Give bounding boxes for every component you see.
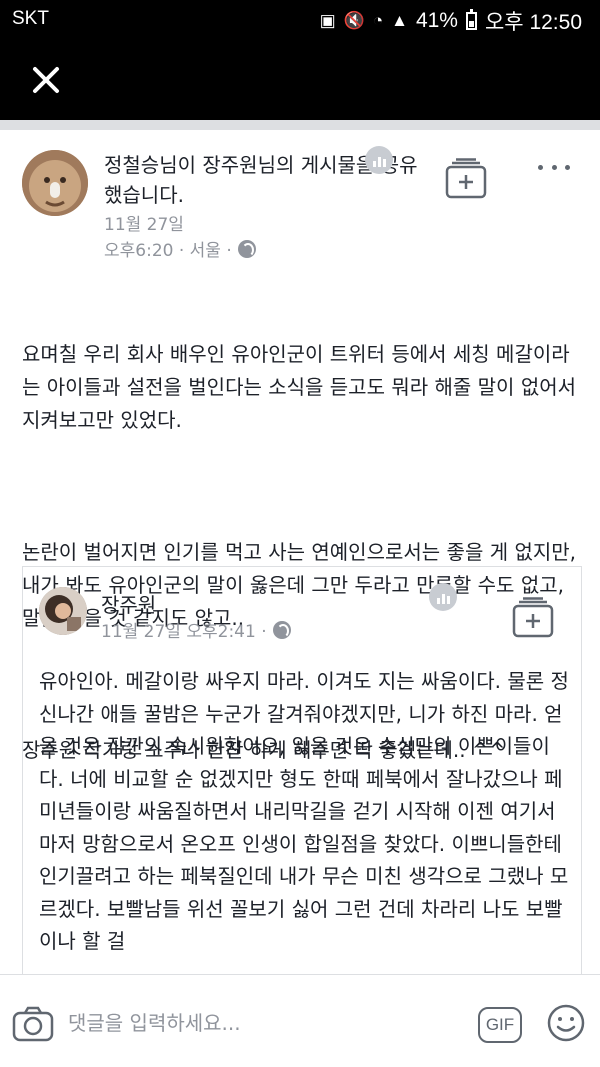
post-time-location: 오후6:20 · 서울 · <box>104 236 256 261</box>
insights-icon[interactable] <box>365 146 393 174</box>
carrier-label: SKT <box>12 8 49 29</box>
globe-icon[interactable] <box>237 239 256 258</box>
emoji-button[interactable] <box>546 1003 586 1043</box>
post-paragraph: 요며칠 우리 회사 배우인 유아인군이 트위터 등에서 세칭 메갈이라는 아이들… <box>22 342 583 432</box>
camera-button[interactable] <box>12 1005 54 1043</box>
save-icon <box>445 158 487 199</box>
status-bar: SKT ▣ 🔇 ◔ ▲ 41% 오후 12:50 <box>0 0 600 40</box>
close-button[interactable] <box>24 58 68 102</box>
status-icons: ▣ 🔇 ◔ ▲ 41% 오후 12:50 <box>320 6 582 36</box>
save-icon <box>512 597 554 638</box>
save-post-button[interactable] <box>444 158 488 200</box>
globe-icon[interactable] <box>272 620 291 639</box>
mute-icon: 🔇 <box>343 11 365 30</box>
shared-meta-text[interactable]: 11월 27일 오후2:41 · <box>101 617 267 642</box>
notification-icon: ▣ <box>319 11 336 30</box>
shared-meta: 11월 27일 오후2:41 · <box>101 617 291 642</box>
wifi-icon: ◔ <box>372 11 384 30</box>
smiley-icon <box>547 1004 585 1042</box>
avatar[interactable] <box>22 150 88 216</box>
original-author-link[interactable]: 장주원 <box>202 153 257 177</box>
divider <box>0 120 600 130</box>
sharer-suffix: 님이 <box>159 153 203 177</box>
save-post-button[interactable] <box>511 597 555 639</box>
post-time-location-text: 오후6:20 · 서울 · <box>104 241 232 261</box>
shared-author-name[interactable]: 장주원 <box>101 589 156 618</box>
more-options-button[interactable] <box>538 160 570 174</box>
clock: 오후 12:50 <box>484 11 582 34</box>
sharer-name-link[interactable]: 정철승 <box>104 153 159 177</box>
insights-icon[interactable] <box>429 583 457 611</box>
gif-button[interactable]: GIF <box>478 1007 522 1043</box>
battery-icon <box>465 9 477 30</box>
camera-icon <box>12 1006 54 1042</box>
avatar[interactable] <box>39 587 87 635</box>
comment-composer: GIF <box>0 974 600 1067</box>
comment-input[interactable] <box>68 1005 458 1041</box>
battery-percent: 41% <box>415 9 458 32</box>
top-bar <box>0 40 600 120</box>
close-icon <box>33 67 59 93</box>
shared-post-body: 유아인아. 메갈이랑 싸우지 마라. 이겨도 지는 싸움이다. 물론 정신나간 … <box>39 669 569 953</box>
shared-post-card[interactable]: 장주원 11월 27일 오후2:41 · 유아인아. 메갈이랑 싸우지 마라. … <box>22 566 582 986</box>
post-date[interactable]: 11월 27일 <box>104 210 184 235</box>
signal-icon: ▲ <box>391 11 408 30</box>
